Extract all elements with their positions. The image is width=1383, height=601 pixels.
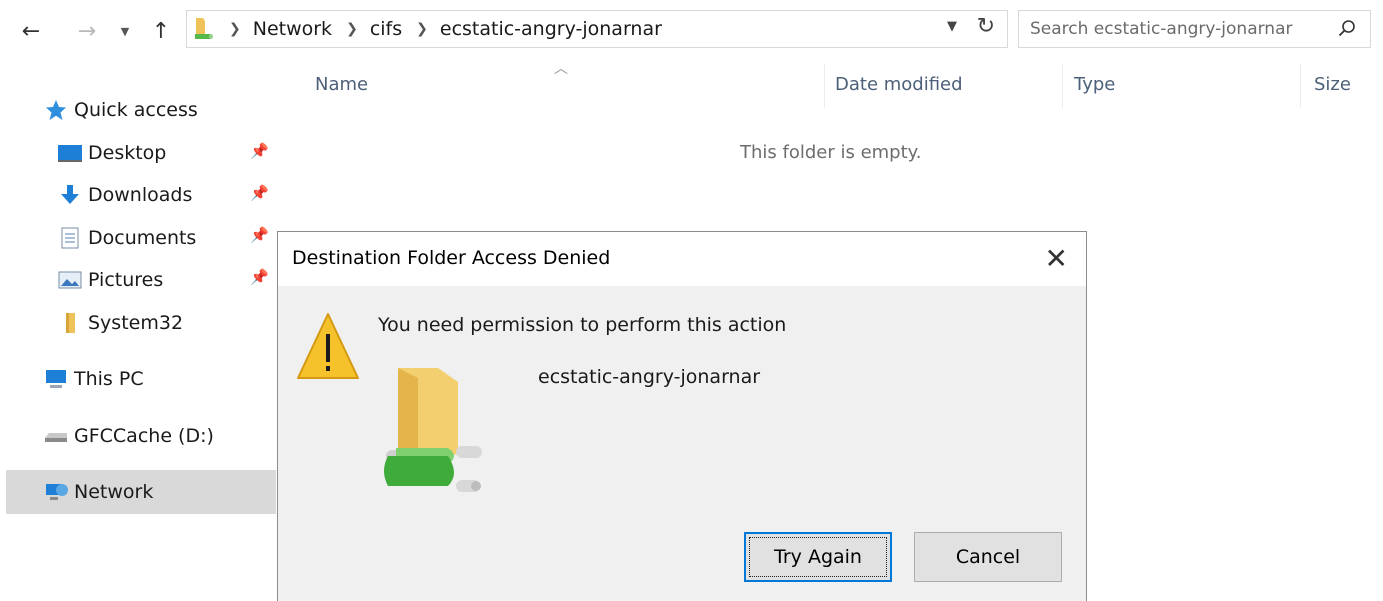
sidebar-item-label: Downloads <box>88 184 193 206</box>
sort-ascending-icon: ︿ <box>554 61 568 77</box>
network-folder-icon <box>384 368 482 492</box>
navigation-pane: Quick access Desktop 📌 Downloads 📌 Docum… <box>0 86 276 601</box>
try-again-button[interactable]: Try Again <box>744 532 892 582</box>
sidebar-item-quick-access[interactable]: Quick access <box>42 88 312 132</box>
sidebar-item-documents[interactable]: Documents <box>56 216 276 260</box>
back-button[interactable]: ← <box>14 14 48 48</box>
dialog-folder-name: ecstatic-angry-jonarnar <box>538 366 761 388</box>
breadcrumb-separator: ❯ <box>346 21 358 37</box>
network-folder-icon <box>193 16 215 42</box>
desktop-icon <box>56 141 84 165</box>
recent-locations-button[interactable]: ▼ <box>114 14 136 48</box>
column-divider[interactable] <box>824 64 825 108</box>
sidebar-item-label: This PC <box>74 368 144 390</box>
sidebar-item-downloads[interactable]: Downloads <box>56 173 276 217</box>
computer-icon <box>42 367 70 391</box>
breadcrumb-network[interactable]: Network <box>253 18 332 40</box>
pin-icon[interactable]: 📌 <box>250 268 269 286</box>
column-date-modified[interactable]: Date modified <box>835 74 963 95</box>
sidebar-item-label: Desktop <box>88 142 167 164</box>
column-size[interactable]: Size <box>1314 74 1351 95</box>
documents-icon <box>56 226 84 250</box>
pin-icon[interactable]: 📌 <box>250 226 269 244</box>
search-input[interactable] <box>1030 19 1320 39</box>
sidebar-item-pictures[interactable]: Pictures <box>56 258 276 302</box>
pictures-icon <box>56 268 84 292</box>
breadcrumb-separator: ❯ <box>229 21 241 37</box>
star-icon <box>42 98 70 122</box>
sidebar-item-desktop[interactable]: Desktop <box>56 131 276 175</box>
empty-folder-message: This folder is empty. <box>740 142 922 163</box>
breadcrumb-cifs[interactable]: cifs <box>370 18 402 40</box>
sidebar-item-label: Pictures <box>88 269 164 291</box>
close-icon[interactable]: ✕ <box>1045 242 1068 275</box>
dialog-message: You need permission to perform this acti… <box>378 314 787 336</box>
download-icon <box>56 183 84 207</box>
forward-button[interactable]: → <box>70 14 104 48</box>
arrow-left-icon: ← <box>21 18 41 44</box>
sidebar-item-label: Quick access <box>74 99 198 121</box>
up-button[interactable]: ↑ <box>146 14 176 48</box>
column-type[interactable]: Type <box>1074 74 1115 95</box>
breadcrumb-current-folder[interactable]: ecstatic-angry-jonarnar <box>440 18 662 40</box>
search-icon[interactable] <box>1338 19 1356 37</box>
cancel-label: Cancel <box>955 546 1021 568</box>
sidebar-item-network[interactable]: Network <box>6 470 276 514</box>
arrow-right-icon: → <box>77 18 97 44</box>
sidebar-item-label: System32 <box>88 312 184 334</box>
address-history-chevron-icon[interactable]: ▼ <box>947 19 957 34</box>
pin-icon[interactable]: 📌 <box>250 142 269 160</box>
sidebar-item-gfccache-drive[interactable]: GFCCache (D:) <box>42 414 312 458</box>
refresh-icon[interactable]: ↻ <box>977 14 995 39</box>
column-name[interactable]: Name <box>315 74 368 95</box>
folder-icon <box>56 311 84 335</box>
chevron-down-icon: ▼ <box>120 24 130 38</box>
sidebar-item-label: GFCCache (D:) <box>74 425 214 447</box>
drive-icon <box>42 424 70 448</box>
warning-icon <box>297 313 359 379</box>
access-denied-dialog: Destination Folder Access Denied ✕ You n… <box>277 231 1087 601</box>
address-bar[interactable]: ❯ Network ❯ cifs ❯ ecstatic-angry-jonarn… <box>186 10 1008 48</box>
breadcrumb-separator: ❯ <box>416 21 428 37</box>
sidebar-item-label: Network <box>74 481 154 503</box>
sidebar-item-system32[interactable]: System32 <box>56 301 276 345</box>
focus-rectangle <box>749 537 887 577</box>
network-icon <box>42 480 70 504</box>
dialog-title: Destination Folder Access Denied <box>292 247 611 269</box>
pin-icon[interactable]: 📌 <box>250 184 269 202</box>
sidebar-item-label: Documents <box>88 227 197 249</box>
dialog-title-bar: Destination Folder Access Denied ✕ <box>278 232 1086 286</box>
sidebar-item-this-pc[interactable]: This PC <box>42 357 312 401</box>
arrow-up-icon: ↑ <box>151 18 171 44</box>
column-header: ︿ Name Date modified Type Size <box>280 61 1383 108</box>
search-box[interactable] <box>1018 10 1371 48</box>
column-divider[interactable] <box>1062 64 1063 108</box>
cancel-button[interactable]: Cancel <box>914 532 1062 582</box>
column-divider[interactable] <box>1300 64 1301 108</box>
